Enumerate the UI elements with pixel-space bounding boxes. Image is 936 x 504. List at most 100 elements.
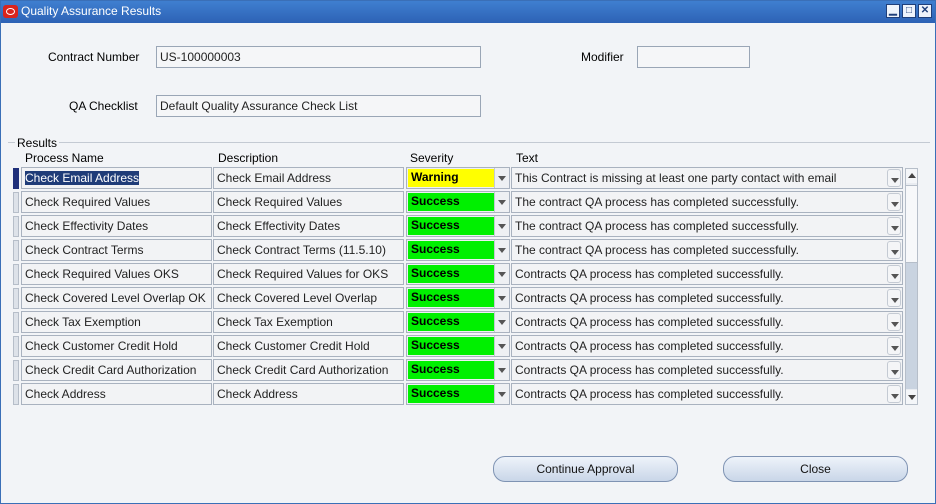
chevron-down-icon[interactable] — [887, 241, 901, 259]
severity-value: Success — [408, 337, 496, 355]
description-cell[interactable]: Check Credit Card Authorization — [213, 359, 404, 381]
process-name-text: Check Covered Level Overlap OK — [25, 291, 206, 305]
close-window-button[interactable]: ✕ — [918, 4, 932, 18]
description-cell[interactable]: Check Required Values for OKS — [213, 263, 404, 285]
chevron-down-icon[interactable] — [887, 169, 901, 187]
process-name-cell[interactable]: Check Tax Exemption — [21, 311, 212, 333]
description-cell[interactable]: Check Customer Credit Hold — [213, 335, 404, 357]
severity-select[interactable]: Success — [406, 215, 510, 237]
process-name-cell[interactable]: Check Required Values OKS — [21, 263, 212, 285]
severity-select[interactable]: Success — [406, 191, 510, 213]
severity-value: Success — [408, 289, 496, 307]
column-header-description: Description — [218, 151, 279, 165]
chevron-down-icon[interactable] — [494, 336, 509, 356]
severity-select[interactable]: Success — [406, 359, 510, 381]
description-cell[interactable]: Check Address — [213, 383, 404, 405]
scroll-down-icon[interactable] — [906, 390, 917, 404]
row-indicator[interactable] — [13, 384, 19, 405]
chevron-down-icon[interactable] — [887, 337, 901, 355]
process-name-cell[interactable]: Check Contract Terms — [21, 239, 212, 261]
chevron-down-icon[interactable] — [494, 264, 509, 284]
chevron-down-icon[interactable] — [494, 168, 509, 188]
minimize-button[interactable]: ▁ — [886, 4, 900, 18]
result-text: Contracts QA process has completed succe… — [515, 339, 784, 353]
text-cell[interactable]: The contract QA process has completed su… — [511, 215, 903, 237]
contract-number-label: Contract Number — [48, 50, 140, 64]
text-cell[interactable]: Contracts QA process has completed succe… — [511, 263, 903, 285]
text-cell[interactable]: Contracts QA process has completed succe… — [511, 335, 903, 357]
severity-select[interactable]: Success — [406, 335, 510, 357]
chevron-down-icon[interactable] — [494, 384, 509, 404]
text-cell[interactable]: The contract QA process has completed su… — [511, 191, 903, 213]
close-button[interactable]: Close — [723, 456, 908, 482]
result-text: Contracts QA process has completed succe… — [515, 363, 784, 377]
process-name-cell[interactable]: Check Credit Card Authorization — [21, 359, 212, 381]
text-cell[interactable]: Contracts QA process has completed succe… — [511, 383, 903, 405]
text-cell[interactable]: This Contract is missing at least one pa… — [511, 167, 903, 189]
chevron-down-icon[interactable] — [887, 385, 901, 403]
chevron-down-icon[interactable] — [887, 265, 901, 283]
text-cell[interactable]: Contracts QA process has completed succe… — [511, 359, 903, 381]
severity-value: Success — [408, 385, 496, 403]
row-indicator[interactable] — [13, 192, 19, 213]
description-cell[interactable]: Check Contract Terms (11.5.10) — [213, 239, 404, 261]
row-indicator[interactable] — [13, 240, 19, 261]
process-name-cell[interactable]: Check Email Address — [21, 167, 212, 189]
process-name-cell[interactable]: Check Effectivity Dates — [21, 215, 212, 237]
scroll-track[interactable] — [906, 263, 917, 389]
text-cell[interactable]: Contracts QA process has completed succe… — [511, 311, 903, 333]
severity-select[interactable]: Success — [406, 239, 510, 261]
row-indicator[interactable] — [13, 264, 19, 285]
description-cell[interactable]: Check Tax Exemption — [213, 311, 404, 333]
description-cell[interactable]: Check Email Address — [213, 167, 404, 189]
process-name-cell[interactable]: Check Address — [21, 383, 212, 405]
process-name-cell[interactable]: Check Covered Level Overlap OK — [21, 287, 212, 309]
chevron-down-icon[interactable] — [494, 240, 509, 260]
severity-select[interactable]: Success — [406, 311, 510, 333]
process-name-text: Check Contract Terms — [25, 243, 144, 257]
contract-number-field[interactable]: US-100000003 — [156, 46, 481, 68]
qa-checklist-field[interactable]: Default Quality Assurance Check List — [156, 95, 481, 117]
severity-select[interactable]: Warning — [406, 167, 510, 189]
chevron-down-icon[interactable] — [494, 312, 509, 332]
results-scrollbar[interactable] — [905, 168, 918, 405]
continue-approval-button[interactable]: Continue Approval — [493, 456, 678, 482]
chevron-down-icon[interactable] — [887, 193, 901, 211]
row-indicator[interactable] — [13, 312, 19, 333]
description-cell[interactable]: Check Effectivity Dates — [213, 215, 404, 237]
chevron-down-icon[interactable] — [887, 361, 901, 379]
modifier-field[interactable] — [637, 46, 750, 68]
chevron-down-icon[interactable] — [494, 360, 509, 380]
description-cell[interactable]: Check Required Values — [213, 191, 404, 213]
row-indicator[interactable] — [13, 216, 19, 237]
process-name-cell[interactable]: Check Customer Credit Hold — [21, 335, 212, 357]
severity-select[interactable]: Success — [406, 287, 510, 309]
scroll-up-icon[interactable] — [906, 169, 917, 183]
close-button-label: Close — [800, 462, 831, 476]
description-cell[interactable]: Check Covered Level Overlap — [213, 287, 404, 309]
severity-value: Success — [408, 241, 496, 259]
severity-value: Success — [408, 361, 496, 379]
text-cell[interactable]: Contracts QA process has completed succe… — [511, 287, 903, 309]
chevron-down-icon[interactable] — [887, 217, 901, 235]
scroll-thumb[interactable] — [906, 185, 917, 263]
chevron-down-icon[interactable] — [494, 216, 509, 236]
chevron-down-icon[interactable] — [494, 192, 509, 212]
text-cell[interactable]: The contract QA process has completed su… — [511, 239, 903, 261]
severity-select[interactable]: Success — [406, 383, 510, 405]
process-name-text: Check Credit Card Authorization — [25, 363, 197, 377]
column-header-text: Text — [516, 151, 539, 165]
chevron-down-icon[interactable] — [494, 288, 509, 308]
severity-select[interactable]: Success — [406, 263, 510, 285]
row-indicator[interactable] — [13, 360, 19, 381]
row-indicator[interactable] — [13, 168, 19, 189]
row-indicator[interactable] — [13, 288, 19, 309]
severity-value: Success — [408, 217, 496, 235]
chevron-down-icon[interactable] — [887, 313, 901, 331]
maximize-button[interactable]: □ — [902, 4, 916, 18]
row-indicator[interactable] — [13, 336, 19, 357]
process-name-text: Check Effectivity Dates — [25, 219, 149, 233]
process-name-cell[interactable]: Check Required Values — [21, 191, 212, 213]
chevron-down-icon[interactable] — [887, 289, 901, 307]
title-bar[interactable]: Quality Assurance Results ▁ □ ✕ — [1, 1, 935, 23]
